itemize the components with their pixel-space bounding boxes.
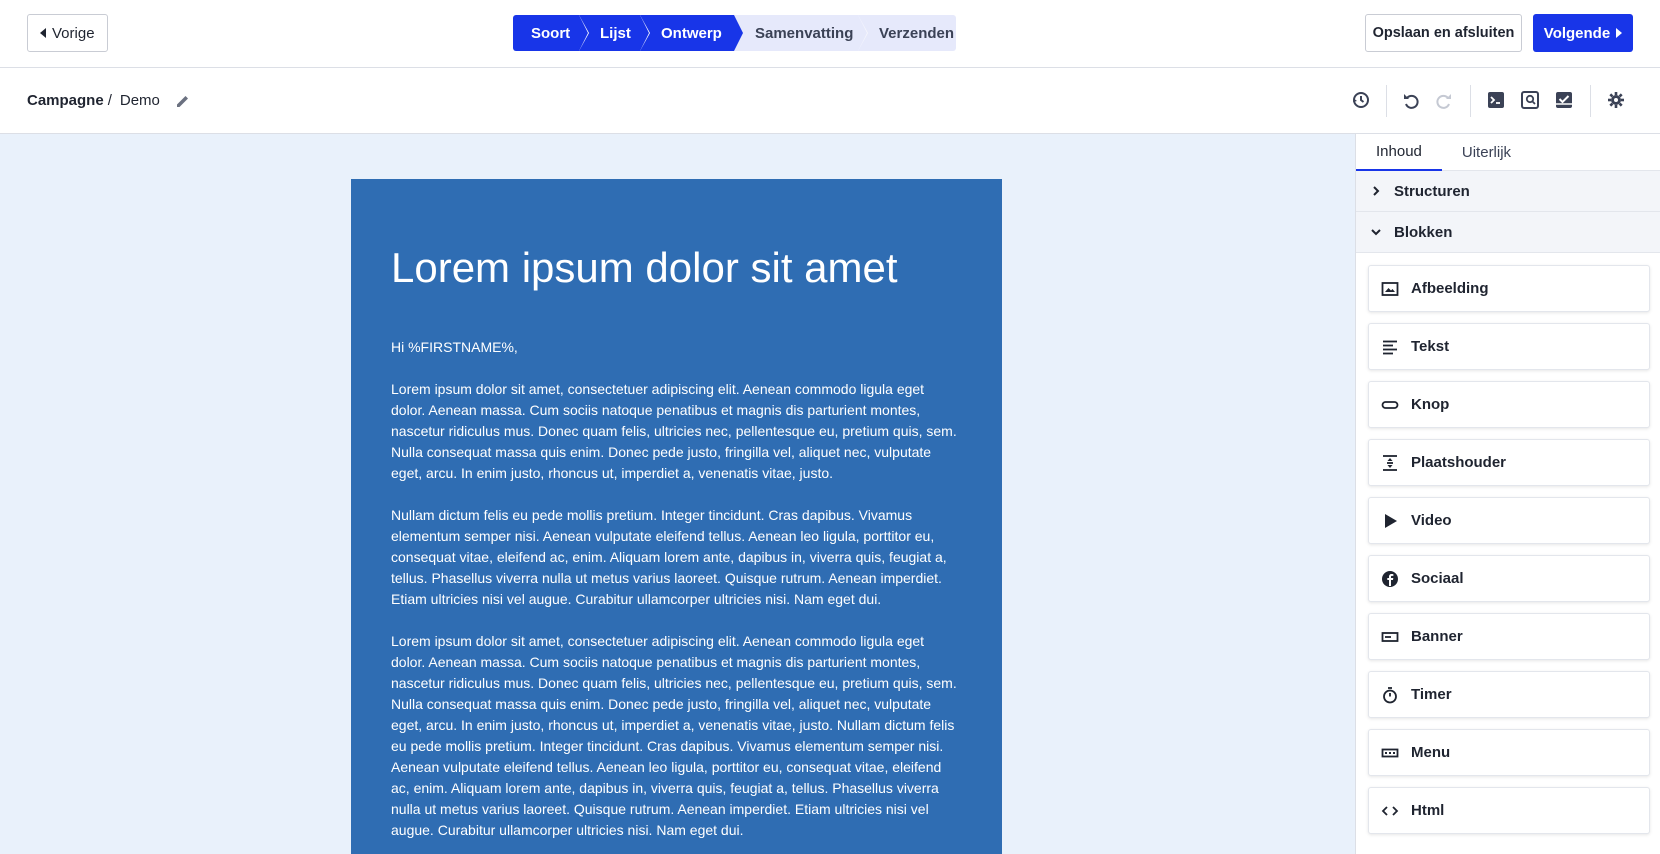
- previous-button-label: Vorige: [52, 24, 95, 42]
- caret-right-icon: [1616, 28, 1623, 38]
- image-icon: [1381, 281, 1399, 296]
- banner-icon: [1381, 631, 1399, 642]
- editor-toolbar: Campagne / Demo: [0, 68, 1660, 134]
- settings-icon[interactable]: [1605, 89, 1627, 111]
- step-soort[interactable]: Soort: [513, 15, 589, 51]
- content-panel: Inhoud Uiterlijk Structuren Blokken Afbe…: [1355, 134, 1660, 854]
- block-knop[interactable]: Knop: [1368, 381, 1650, 428]
- block-label: Tekst: [1411, 338, 1450, 355]
- chevron-right-icon: [1373, 186, 1380, 196]
- history-icon[interactable]: [1350, 89, 1372, 111]
- text-icon: [1383, 340, 1397, 354]
- toolbar-divider: [1386, 85, 1387, 117]
- block-label: Banner: [1411, 628, 1463, 645]
- tab-label: Inhoud: [1376, 143, 1422, 160]
- undo-icon[interactable]: [1400, 89, 1422, 111]
- top-bar: Vorige Soort Lijst Ontwerp Samenvatting …: [0, 0, 1660, 68]
- block-html[interactable]: Html: [1368, 787, 1650, 834]
- code-icon: [1381, 805, 1399, 816]
- section-label: Structuren: [1394, 182, 1470, 200]
- search-preview-icon[interactable]: [1519, 89, 1541, 111]
- block-video[interactable]: Video: [1368, 497, 1650, 544]
- save-and-close-button[interactable]: Opslaan en afsluiten: [1365, 14, 1522, 52]
- structures-section-header[interactable]: Structuren: [1356, 171, 1660, 212]
- email-paragraph[interactable]: Nullam dictum felis eu pede mollis preti…: [391, 505, 962, 610]
- timer-icon: [1383, 686, 1397, 703]
- block-plaatshouder[interactable]: Plaatshouder: [1368, 439, 1650, 486]
- block-banner[interactable]: Banner: [1368, 613, 1650, 660]
- block-sociaal[interactable]: Sociaal: [1368, 555, 1650, 602]
- step-ontwerp[interactable]: Ontwerp: [640, 15, 744, 51]
- step-label: Soort: [531, 24, 571, 42]
- tab-label: Uiterlijk: [1461, 144, 1512, 161]
- step-label: Samenvatting: [755, 24, 854, 42]
- block-label: Video: [1411, 512, 1452, 529]
- step-verzenden[interactable]: Verzenden: [858, 15, 956, 51]
- wizard-steps: Soort Lijst Ontwerp Samenvatting Verzend…: [513, 15, 956, 51]
- code-preview-icon[interactable]: [1485, 89, 1507, 111]
- section-label: Blokken: [1394, 223, 1453, 241]
- step-label: Ontwerp: [661, 24, 722, 42]
- block-tekst[interactable]: Tekst: [1368, 323, 1650, 370]
- caret-left-icon: [40, 28, 46, 38]
- toolbar-divider: [1470, 85, 1471, 117]
- chevron-down-icon: [1371, 229, 1381, 236]
- block-label: Sociaal: [1411, 570, 1464, 587]
- tab-uiterlijk[interactable]: Uiterlijk: [1442, 134, 1531, 171]
- step-samenvatting[interactable]: Samenvatting: [734, 15, 868, 51]
- button-icon: [1381, 400, 1399, 409]
- email-paragraph[interactable]: Lorem ipsum dolor sit amet, consectetuer…: [391, 379, 962, 484]
- email-title[interactable]: Lorem ipsum dolor sit amet: [391, 243, 962, 293]
- menu-icon: [1381, 748, 1399, 757]
- email-canvas: Lorem ipsum dolor sit amet Hi %FIRSTNAME…: [0, 134, 1355, 854]
- facebook-icon: [1382, 570, 1398, 587]
- next-button-label: Volgende: [1543, 24, 1611, 42]
- block-label: Html: [1411, 802, 1445, 819]
- blocks-list: Afbeelding Tekst Knop Plaatshouder Video…: [1356, 253, 1660, 834]
- block-menu[interactable]: Menu: [1368, 729, 1650, 776]
- previous-button[interactable]: Vorige: [27, 14, 108, 52]
- block-label: Knop: [1411, 396, 1450, 413]
- video-icon: [1385, 513, 1397, 528]
- redo-icon[interactable]: [1433, 89, 1455, 111]
- panel-tabs: Inhoud Uiterlijk: [1356, 134, 1660, 171]
- next-button[interactable]: Volgende: [1533, 14, 1633, 52]
- test-icon[interactable]: [1553, 89, 1575, 111]
- toolbar-divider: [1590, 85, 1591, 117]
- block-label: Menu: [1411, 744, 1451, 761]
- toolbar-icons: [0, 85, 1660, 117]
- spacer-icon: [1383, 454, 1397, 471]
- block-label: Afbeelding: [1411, 280, 1489, 297]
- save-and-close-label: Opslaan en afsluiten: [1372, 25, 1515, 41]
- email-greeting[interactable]: Hi %FIRSTNAME%,: [391, 337, 962, 358]
- block-timer[interactable]: Timer: [1368, 671, 1650, 718]
- step-label: Verzenden: [879, 24, 955, 42]
- step-label: Lijst: [600, 24, 631, 42]
- email-body[interactable]: Lorem ipsum dolor sit amet Hi %FIRSTNAME…: [351, 179, 1002, 854]
- tab-inhoud[interactable]: Inhoud: [1356, 134, 1442, 171]
- email-paragraph[interactable]: Lorem ipsum dolor sit amet, consectetuer…: [391, 631, 962, 841]
- blocks-section-header[interactable]: Blokken: [1356, 212, 1660, 253]
- block-label: Plaatshouder: [1411, 454, 1507, 471]
- block-afbeelding[interactable]: Afbeelding: [1368, 265, 1650, 312]
- block-label: Timer: [1411, 686, 1452, 703]
